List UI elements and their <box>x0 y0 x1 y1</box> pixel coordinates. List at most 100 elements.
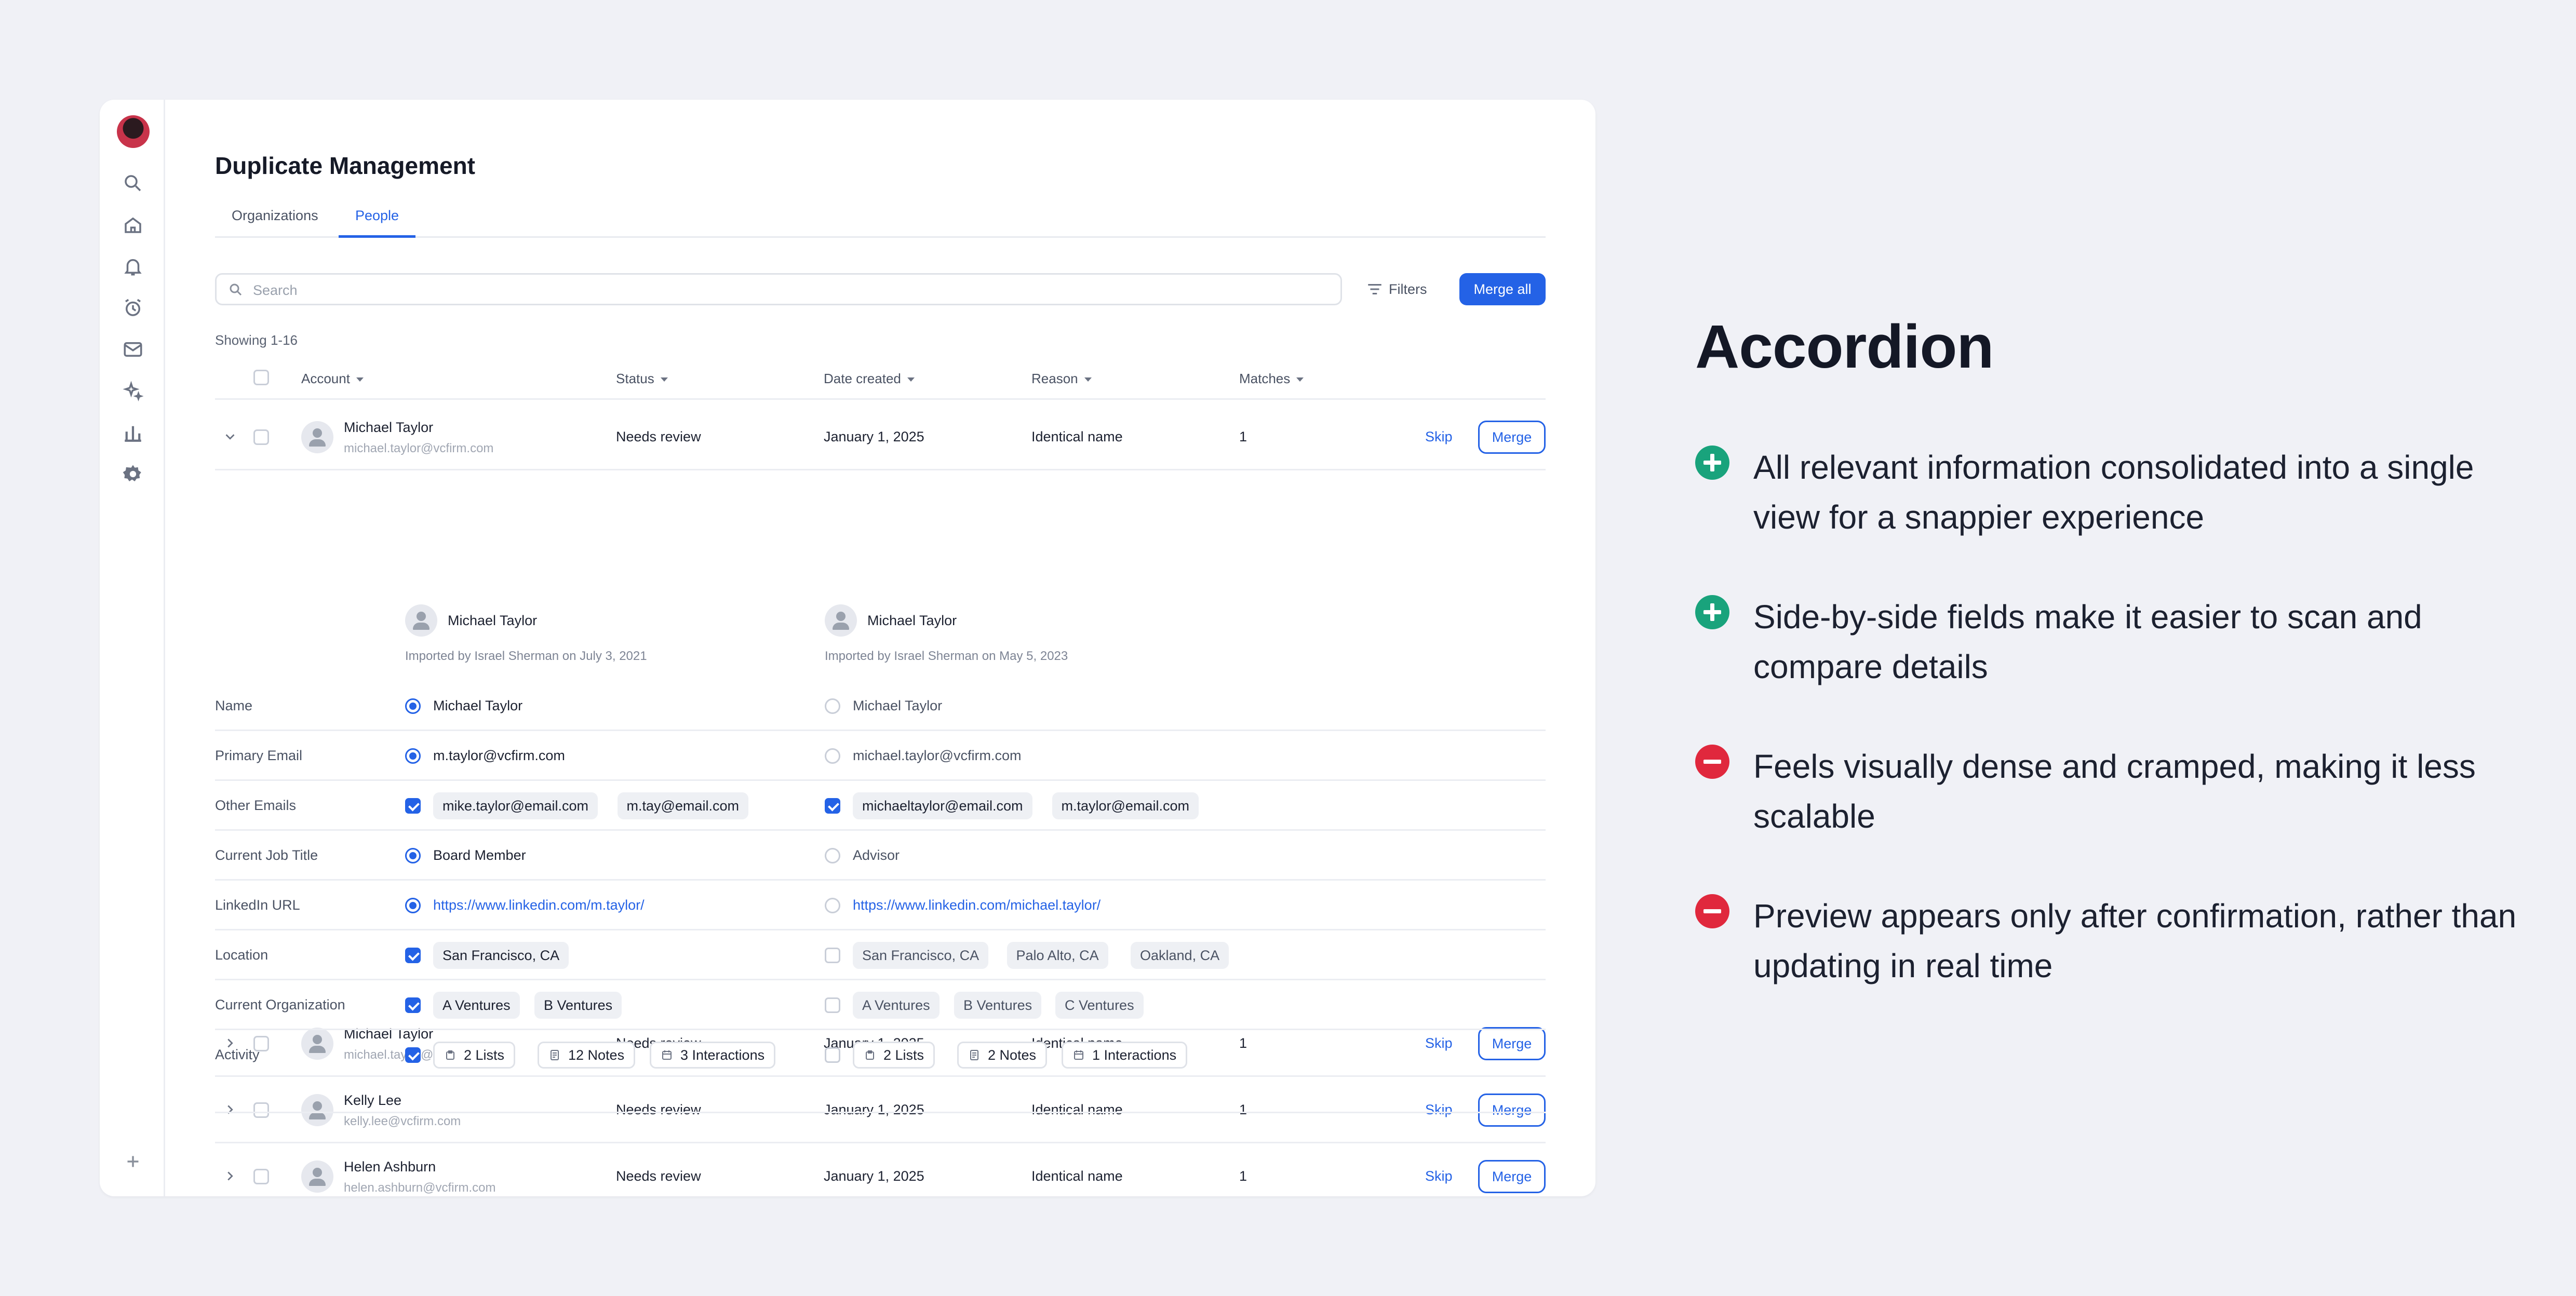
filters-button[interactable]: Filters <box>1363 273 1427 305</box>
right-radio[interactable] <box>825 898 840 913</box>
activity-chip[interactable]: 2 Lists <box>853 1042 935 1069</box>
value-chip: michaeltaylor@email.com <box>853 792 1032 819</box>
avatar <box>301 421 333 453</box>
skip-button[interactable]: Skip <box>1425 429 1453 445</box>
reason-cell: Identical name <box>1031 1168 1123 1184</box>
left-checkbox[interactable] <box>405 948 421 963</box>
activity-label: 2 Notes <box>988 1047 1037 1063</box>
field-row: Current Organization A Ventures B Ventures… <box>215 980 1546 1030</box>
right-radio[interactable] <box>825 748 840 764</box>
list-icon <box>446 1050 454 1060</box>
nav-rail <box>100 100 165 1196</box>
merge-button[interactable]: Merge <box>1478 421 1546 454</box>
activity-chip[interactable]: 3 Interactions <box>650 1042 776 1069</box>
user-avatar[interactable] <box>117 115 150 148</box>
right-radio[interactable] <box>825 698 840 714</box>
linkedin-link[interactable]: https://www.linkedin.com/m.taylor/ <box>433 897 645 913</box>
row-checkbox[interactable] <box>253 1169 269 1184</box>
bell-icon[interactable] <box>122 255 144 277</box>
note-icon <box>970 1050 978 1060</box>
chevron-right-icon[interactable] <box>222 1168 238 1184</box>
source-name: Michael Taylor <box>448 613 538 628</box>
field-row: Activity 2 Lists 12 Notes 3 Interactions 2 L… <box>215 1030 1546 1080</box>
value-chip: C Ventures <box>1055 992 1144 1019</box>
field-label: Other Emails <box>215 798 297 813</box>
field-row: Primary Email m.taylor@vcfirm.com michael.… <box>215 731 1546 781</box>
sparkle-icon[interactable] <box>122 380 144 402</box>
left-checkbox[interactable] <box>405 1047 421 1063</box>
table-row: Michael Taylor michael.taylor@vcfirm.com N… <box>215 404 1546 470</box>
left-radio[interactable] <box>405 698 421 714</box>
left-radio[interactable] <box>405 898 421 913</box>
activity-chip[interactable]: 2 Notes <box>957 1042 1048 1069</box>
linkedin-link[interactable]: https://www.linkedin.com/michael.taylor/ <box>853 897 1101 913</box>
left-checkbox[interactable] <box>405 997 421 1013</box>
avatar <box>825 604 857 637</box>
reason-cell: Identical name <box>1031 429 1123 444</box>
right-checkbox[interactable] <box>825 798 840 814</box>
results-count: Showing 1-16 <box>215 332 298 348</box>
chevron-down-icon[interactable] <box>222 429 238 444</box>
row-checkbox[interactable] <box>253 429 269 445</box>
column-status[interactable]: Status <box>616 371 668 387</box>
column-account[interactable]: Account <box>301 371 364 387</box>
account-name[interactable]: Michael Taylor <box>344 420 433 436</box>
field-label: LinkedIn URL <box>215 897 300 913</box>
point-text: Side-by-side fields make it easier to sc… <box>1753 598 2422 685</box>
select-all-checkbox[interactable] <box>253 370 269 385</box>
value-chip: m.tay@email.com <box>617 792 748 819</box>
right-checkbox[interactable] <box>825 997 840 1013</box>
activity-chip[interactable]: 12 Notes <box>538 1042 636 1069</box>
left-radio[interactable] <box>405 848 421 863</box>
field-row: Current Job Title Board Member Advisor <box>215 831 1546 881</box>
alarm-icon[interactable] <box>122 297 144 319</box>
activity-label: 12 Notes <box>568 1047 625 1063</box>
field-label: Activity <box>215 1047 260 1062</box>
field-row: LinkedIn URL https://www.linkedin.com/m.t… <box>215 881 1546 930</box>
left-checkbox[interactable] <box>405 798 421 814</box>
column-matches[interactable]: Matches <box>1239 371 1304 387</box>
plus-circle-icon <box>1695 595 1729 629</box>
value-chip: San Francisco, CA <box>433 942 569 969</box>
tab-organizations[interactable]: Organizations <box>215 208 335 238</box>
mail-icon[interactable] <box>122 339 144 360</box>
activity-chip[interactable]: 1 Interactions <box>1062 1042 1188 1069</box>
field-label: Location <box>215 947 269 963</box>
left-radio[interactable] <box>405 748 421 764</box>
gear-icon[interactable] <box>122 463 144 485</box>
column-reason[interactable]: Reason <box>1031 371 1092 387</box>
value-chip: mike.taylor@email.com <box>433 792 598 819</box>
tab-people[interactable]: People <box>339 208 416 238</box>
point-text: Preview appears only after confirmation,… <box>1753 897 2517 984</box>
activity-chip[interactable]: 2 Lists <box>433 1042 516 1069</box>
search-input[interactable]: Search <box>215 273 1342 305</box>
right-checkbox[interactable] <box>825 1047 840 1063</box>
right-radio[interactable] <box>825 848 840 863</box>
table-header: Account Status Date created Reason Match… <box>215 362 1546 400</box>
matches-cell: 1 <box>1239 1168 1247 1184</box>
status-cell: Needs review <box>616 1168 701 1184</box>
column-date-created[interactable]: Date created <box>824 371 915 387</box>
page-title: Duplicate Management <box>215 152 475 179</box>
value-chip: A Ventures <box>433 992 520 1019</box>
plus-icon[interactable] <box>122 1151 144 1172</box>
skip-button[interactable]: Skip <box>1425 1168 1453 1184</box>
date-cell: January 1, 2025 <box>824 1168 924 1184</box>
right-checkbox[interactable] <box>825 948 840 963</box>
account-email: helen.ashburn@vcfirm.com <box>344 1181 496 1195</box>
value-chip: San Francisco, CA <box>853 942 989 969</box>
account-name[interactable]: Helen Ashburn <box>344 1159 436 1175</box>
tab-bar: Organizations People <box>215 204 1546 238</box>
matches-cell: 1 <box>1239 429 1247 444</box>
account-email: kelly.lee@vcfirm.com <box>344 1114 461 1128</box>
merge-button[interactable]: Merge <box>1478 1160 1546 1193</box>
field-value: michael.taylor@vcfirm.com <box>853 748 1022 763</box>
field-label: Primary Email <box>215 748 303 763</box>
date-cell: January 1, 2025 <box>824 429 924 444</box>
chart-icon[interactable] <box>122 422 144 443</box>
merge-all-button[interactable]: Merge all <box>1459 273 1546 305</box>
calendar-icon <box>662 1050 672 1060</box>
search-icon[interactable] <box>122 172 144 194</box>
minus-circle-icon <box>1695 894 1729 928</box>
home-icon[interactable] <box>122 214 144 236</box>
